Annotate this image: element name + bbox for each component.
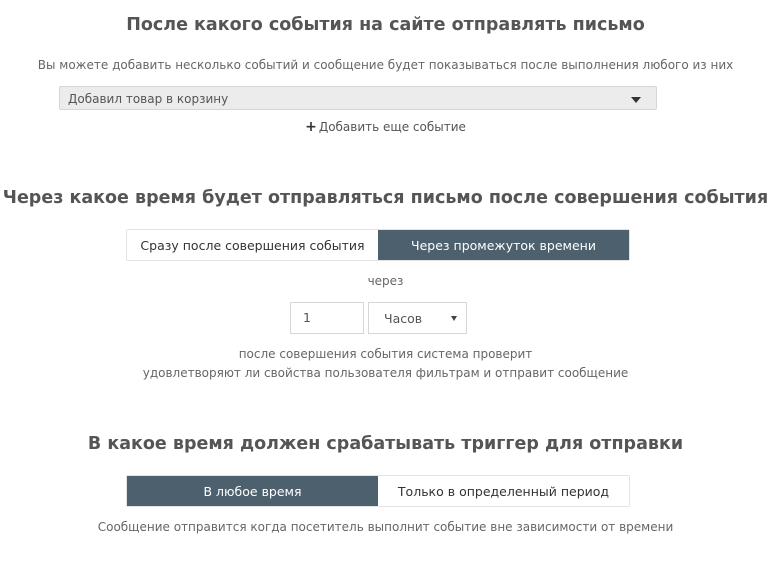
caret-down-icon xyxy=(451,316,457,321)
delay-unit-value: Часов xyxy=(384,311,423,326)
trigger-time-note: Сообщение отправится когда посетитель вы… xyxy=(97,520,674,534)
delay-mode-toggle[interactable]: Сразу после совершения события Через про… xyxy=(126,229,630,261)
delay-note-line2: удовлетворяют ли свойства пользователя ф… xyxy=(142,366,629,380)
event-section-hint: Вы можете добавить несколько событий и с… xyxy=(37,58,734,72)
option-specific-period[interactable]: Только в определенный период xyxy=(378,476,629,506)
option-immediately[interactable]: Сразу после совершения события xyxy=(127,230,378,260)
delay-note-line1: после совершения события система провери… xyxy=(238,347,533,361)
event-section-title: После какого события на сайте отправлять… xyxy=(126,15,645,35)
add-event-link[interactable]: + Добавить еще событие xyxy=(0,119,771,135)
trigger-time-toggle[interactable]: В любое время Только в определенный пери… xyxy=(126,475,630,507)
option-any-time[interactable]: В любое время xyxy=(127,476,378,506)
plus-icon: + xyxy=(305,119,317,135)
trigger-time-section-title: В какое время должен срабатывать триггер… xyxy=(87,434,684,454)
option-after-interval[interactable]: Через промежуток времени xyxy=(378,230,629,260)
chevron-down-icon xyxy=(631,97,641,103)
add-event-label: Добавить еще событие xyxy=(318,120,466,134)
delay-section-title: Через какое время будет отправляться пис… xyxy=(2,188,769,208)
delay-unit-select[interactable]: Часов xyxy=(368,302,467,334)
event-select-value: Добавил товар в корзину xyxy=(68,92,229,106)
through-label: через xyxy=(367,274,404,288)
delay-amount-input[interactable]: 1 xyxy=(290,302,364,334)
event-select[interactable]: Добавил товар в корзину xyxy=(59,86,657,110)
